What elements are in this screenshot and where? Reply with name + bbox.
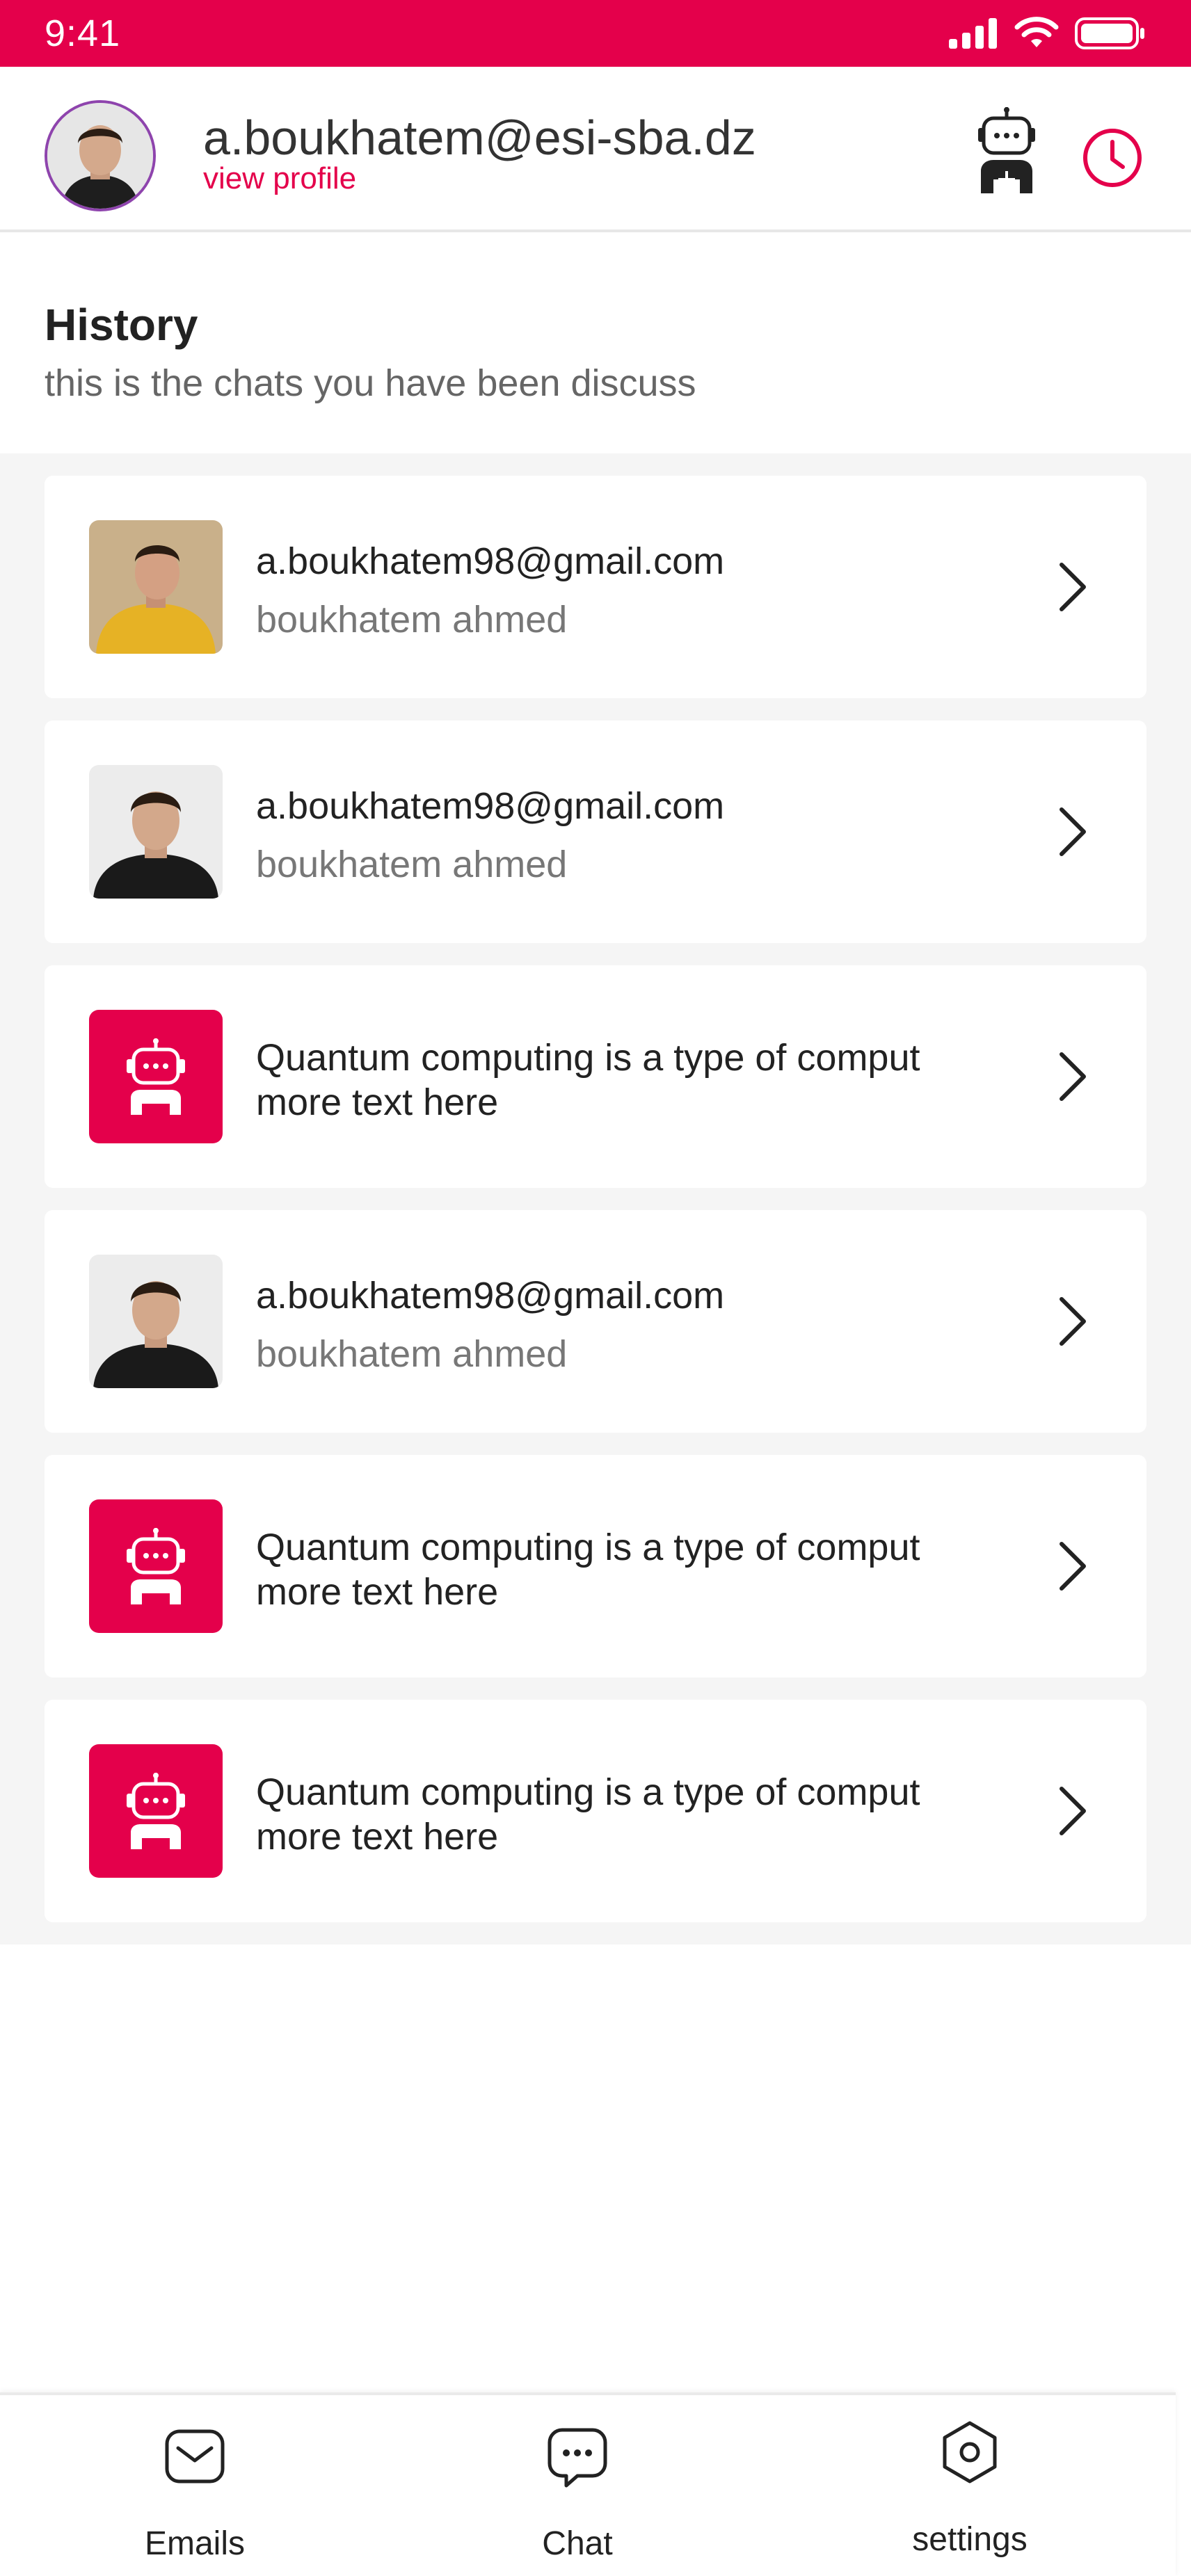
bot-thumbnail [89, 1010, 223, 1143]
chat-history-list: a.boukhatem98@gmail.com boukhatem ahmed … [0, 453, 1191, 1945]
status-bar: 9:41 [0, 0, 1191, 67]
chevron-right-icon [1060, 807, 1086, 856]
chat-preview-more: more text here [256, 1816, 499, 1858]
bot-icon [127, 1773, 185, 1849]
avatar[interactable] [45, 100, 156, 211]
wifi-icon [1014, 17, 1059, 47]
user-email: a.boukhatem@esi-sba.dz [203, 111, 756, 165]
bot-icon [127, 1528, 185, 1604]
chevron-right-icon [1060, 1787, 1086, 1835]
nav-emails-label: Emails [144, 2525, 246, 2562]
chat-email: a.boukhatem98@gmail.com [256, 540, 725, 582]
user-photo-black-shirt [89, 765, 223, 899]
chat-preview: Quantum computing is a type of comput [256, 1037, 920, 1079]
chat-history-item[interactable]: Quantum computing is a type of comput mo… [45, 965, 1146, 1188]
history-screen: 9:41 a.boukhatem@esi-sba.dz view profile… [0, 0, 1191, 2576]
chat-history-item[interactable]: Quantum computing is a type of comput mo… [45, 1455, 1146, 1677]
bot-thumbnail [89, 1499, 223, 1633]
bot-add-icon[interactable] [975, 107, 1038, 193]
bot-icon [127, 1038, 185, 1115]
chevron-right-icon [1060, 1542, 1086, 1591]
status-icons [949, 17, 1146, 50]
nav-chat[interactable]: Chat [473, 2395, 682, 2576]
signal-icon [949, 18, 997, 49]
chevron-right-icon [1060, 563, 1086, 611]
view-profile-link[interactable]: view profile [203, 161, 356, 196]
chat-email: a.boukhatem98@gmail.com [256, 1275, 725, 1317]
chat-bubble-icon [547, 2428, 607, 2488]
battery-icon [1075, 17, 1144, 49]
chat-preview: Quantum computing is a type of comput [256, 1527, 920, 1568]
page-title: History [45, 300, 198, 350]
chat-name: boukhatem ahmed [256, 844, 568, 885]
chat-name: boukhatem ahmed [256, 1333, 568, 1375]
settings-icon [943, 2421, 997, 2484]
status-time: 9:41 [45, 13, 121, 54]
nav-emails[interactable]: Emails [90, 2395, 299, 2576]
user-photo [89, 765, 223, 899]
chevron-right-icon [1060, 1052, 1086, 1101]
bot-thumbnail [89, 1744, 223, 1878]
chat-email: a.boukhatem98@gmail.com [256, 785, 725, 827]
chevron-right-icon [1060, 1297, 1086, 1346]
nav-settings[interactable]: settings [865, 2395, 1074, 2576]
chat-history-item[interactable]: a.boukhatem98@gmail.com boukhatem ahmed [45, 721, 1146, 943]
chat-history-item[interactable]: a.boukhatem98@gmail.com boukhatem ahmed [45, 476, 1146, 698]
user-photo [89, 1255, 223, 1388]
user-photo-black-shirt [89, 1255, 223, 1388]
bottom-nav: Emails Chat settings [0, 2392, 1176, 2576]
chat-name: boukhatem ahmed [256, 599, 568, 641]
chat-history-item[interactable]: Quantum computing is a type of comput mo… [45, 1700, 1146, 1922]
nav-settings-label: settings [912, 2521, 1028, 2558]
history-icon[interactable] [1081, 127, 1144, 189]
profile-header: a.boukhatem@esi-sba.dz view profile [0, 67, 1191, 232]
avatar-photo [47, 103, 153, 209]
user-photo-yellow-hoodie [89, 520, 223, 654]
user-photo [89, 520, 223, 654]
mail-icon [165, 2429, 225, 2484]
chat-preview: Quantum computing is a type of comput [256, 1771, 920, 1813]
nav-chat-label: Chat [542, 2525, 613, 2562]
page-subtitle: this is the chats you have been discuss [45, 362, 696, 404]
chat-history-item[interactable]: a.boukhatem98@gmail.com boukhatem ahmed [45, 1210, 1146, 1433]
chat-preview-more: more text here [256, 1081, 499, 1123]
chat-preview-more: more text here [256, 1571, 499, 1613]
history-heading: History this is the chats you have been … [45, 299, 696, 405]
